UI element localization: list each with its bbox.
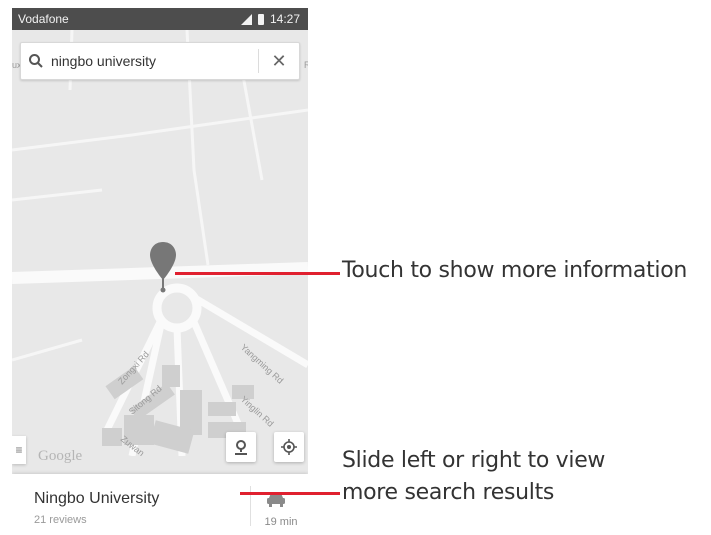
place-name: Ningbo University: [34, 490, 160, 507]
status-icons: 14:27: [240, 12, 300, 26]
map-pin-icon[interactable]: [148, 240, 178, 294]
clock: 14:27: [269, 12, 300, 26]
close-icon[interactable]: ✕: [259, 51, 299, 72]
menu-icon[interactable]: ≡: [12, 436, 26, 464]
map-edge-label-right: R: [304, 60, 308, 70]
signal-icon: [240, 13, 252, 25]
callout-line-pin: [175, 272, 340, 275]
drive-time: 19 min: [264, 516, 298, 528]
manual-page: Vodafone 14:27 Zongxi Rd Sitong Rd Yangm…: [0, 0, 711, 535]
directions-pin-icon[interactable]: [226, 432, 256, 462]
callout-pin-text: Touch to show more information: [342, 258, 688, 283]
search-icon[interactable]: [21, 53, 51, 69]
carrier-label: Vodafone: [18, 12, 69, 26]
search-input[interactable]: [51, 53, 258, 69]
callout-slide-line1: Slide left or right to view: [342, 448, 606, 473]
battery-icon: [257, 13, 264, 25]
google-watermark: Google: [38, 448, 83, 464]
search-result-card[interactable]: Ningbo University 21 reviews 19 min: [12, 474, 308, 535]
status-bar: Vodafone 14:27: [12, 8, 308, 30]
callout-slide-line2: more search results: [342, 480, 555, 505]
callout-line-slide: [240, 492, 340, 495]
search-bar: ✕: [20, 42, 300, 80]
my-location-icon[interactable]: [274, 432, 304, 462]
review-count: 21 reviews: [34, 514, 87, 526]
